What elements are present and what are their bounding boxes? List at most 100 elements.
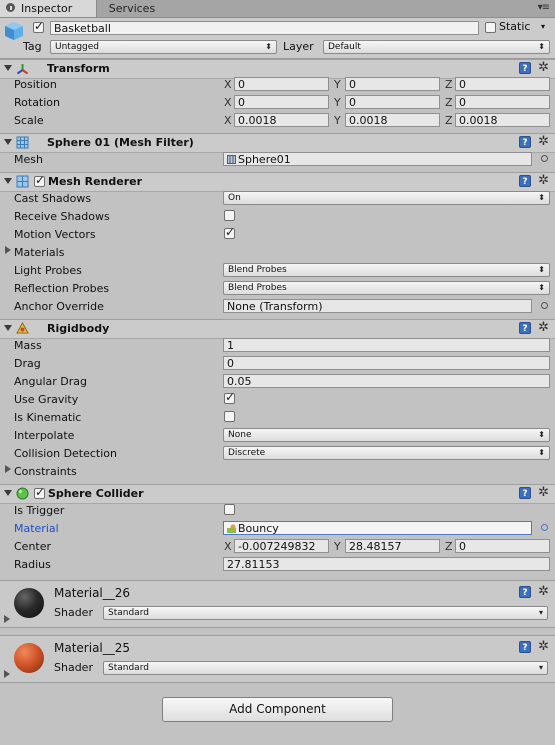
physic-material-field[interactable]: Bouncy [223,521,532,535]
object-picker-icon[interactable] [541,524,548,531]
constraints-label[interactable]: Constraints [14,465,77,478]
drag-label: Drag [14,357,41,370]
collision-detection-dropdown[interactable]: Discrete ⬍ [223,446,550,460]
cast-shadows-dropdown[interactable]: On ⬍ [223,191,550,205]
mesh-asset-icon [227,155,236,164]
receive-shadows-checkbox[interactable] [224,210,235,221]
collision-detection-label: Collision Detection [14,447,118,460]
light-probes-dropdown[interactable]: Blend Probes ⬍ [223,263,550,277]
help-icon[interactable]: ? [519,322,531,334]
rigidbody-header[interactable]: Rigidbody ? ✲ [0,319,555,339]
window-menu-icon[interactable]: ▾≡ [538,2,550,13]
center-z-field[interactable]: 0 [455,539,550,553]
rotation-z-field[interactable]: 0 [455,95,550,109]
scale-y-field[interactable]: 0.0018 [345,113,440,127]
material-block: Material__26 Shader Standard ▾ ? ✲ [0,580,555,628]
radius-field[interactable]: 27.81153 [223,557,550,571]
help-icon[interactable]: ? [519,641,531,653]
foldout-arrow-icon[interactable] [4,490,12,496]
rotation-x-field[interactable]: 0 [234,95,329,109]
mesh-object-field[interactable]: Sphere01 [223,152,532,166]
sphere-collider-icon [16,487,29,500]
mesh-value: Sphere01 [238,153,291,166]
active-checkbox[interactable] [33,19,44,33]
angular-drag-field[interactable]: 0.05 [223,374,550,388]
light-probes-value: Blend Probes [228,265,287,275]
mass-field[interactable]: 1 [223,338,550,352]
position-y-axis-label: Y [334,78,341,91]
static-dropdown-icon[interactable]: ▾ [541,22,545,31]
foldout-arrow-icon[interactable] [4,178,12,184]
materials-label[interactable]: Materials [14,246,64,259]
interpolate-dropdown[interactable]: None ⬍ [223,428,550,442]
drag-field[interactable]: 0 [223,356,550,370]
materials-foldout-icon[interactable] [5,246,11,254]
is-kinematic-checkbox[interactable] [224,411,235,422]
rotation-y-field[interactable]: 0 [345,95,440,109]
tag-dropdown[interactable]: Untagged ⬍ [50,40,277,54]
gear-icon[interactable]: ✲ [538,134,549,149]
help-icon[interactable]: ? [519,62,531,74]
foldout-arrow-icon[interactable] [4,65,12,71]
sphere-collider-header[interactable]: Sphere Collider ? ✲ [0,484,555,504]
anchor-override-field[interactable]: None (Transform) [223,299,532,313]
angular-drag-label: Angular Drag [14,375,87,388]
gear-icon[interactable]: ✲ [538,639,549,654]
reflection-probes-dropdown[interactable]: Blend Probes ⬍ [223,281,550,295]
dropdown-arrow-icon: ⬍ [538,265,545,274]
layer-value: Default [328,42,361,52]
scale-x-field[interactable]: 0.0018 [234,113,329,127]
object-picker-icon[interactable] [541,155,548,162]
position-y-field[interactable]: 0 [345,77,440,91]
dropdown-arrow-icon: ⬍ [538,42,545,51]
cast-shadows-value: On [228,193,241,203]
mesh-label: Mesh [14,153,43,166]
scale-z-field[interactable]: 0.0018 [455,113,550,127]
layer-dropdown[interactable]: Default ⬍ [323,40,550,54]
shader-dropdown[interactable]: Standard ▾ [103,661,548,675]
material-preview-sphere [14,643,44,673]
help-icon[interactable]: ? [519,586,531,598]
scale-label: Scale [14,114,44,127]
center-x-field[interactable]: -0.007249832 [234,539,329,553]
center-y-field[interactable]: 28.48157 [345,539,440,553]
is-trigger-label: Is Trigger [14,504,65,517]
rotation-x-axis-label: X [224,96,232,109]
gear-icon[interactable]: ✲ [538,173,549,188]
foldout-arrow-icon[interactable] [4,139,12,145]
position-x-field[interactable]: 0 [234,77,329,91]
is-trigger-checkbox[interactable] [224,504,235,515]
gameobject-name-field[interactable]: Basketball [50,21,479,35]
tab-services[interactable]: Services [97,0,167,17]
mesh-renderer-enabled-checkbox[interactable] [34,173,45,187]
sphere-collider-enabled-checkbox[interactable] [34,485,45,499]
foldout-arrow-icon[interactable] [4,325,12,331]
object-picker-icon[interactable] [541,302,548,309]
gear-icon[interactable]: ✲ [538,60,549,75]
static-checkbox[interactable] [485,22,496,33]
help-icon[interactable]: ? [519,487,531,499]
shader-dropdown[interactable]: Standard ▾ [103,606,548,620]
gear-icon[interactable]: ✲ [538,320,549,335]
rotation-z-axis-label: Z [445,96,453,109]
use-gravity-checkbox[interactable] [224,390,235,404]
tab-inspector[interactable]: Inspector [0,0,97,17]
gear-icon[interactable]: ✲ [538,584,549,599]
material-foldout-icon[interactable] [4,615,10,623]
sphere-collider-title: Sphere Collider [48,487,144,500]
tab-services-label: Services [108,2,156,15]
mesh-filter-title: Sphere 01 (Mesh Filter) [47,136,194,149]
dropdown-arrow-icon: ⬍ [265,42,272,51]
motion-vectors-checkbox[interactable] [224,225,235,239]
constraints-foldout-icon[interactable] [5,465,11,473]
center-y-axis-label: Y [334,540,341,553]
position-z-field[interactable]: 0 [455,77,550,91]
help-icon[interactable]: ? [519,136,531,148]
material-foldout-icon[interactable] [4,670,10,678]
mesh-filter-header[interactable]: Sphere 01 (Mesh Filter) ? ✲ [0,133,555,153]
add-component-button[interactable]: Add Component [162,697,393,722]
help-icon[interactable]: ? [519,175,531,187]
mesh-renderer-header[interactable]: Mesh Renderer ? ✲ [0,172,555,192]
transform-header[interactable]: Transform ? ✲ [0,59,555,79]
gear-icon[interactable]: ✲ [538,485,549,500]
